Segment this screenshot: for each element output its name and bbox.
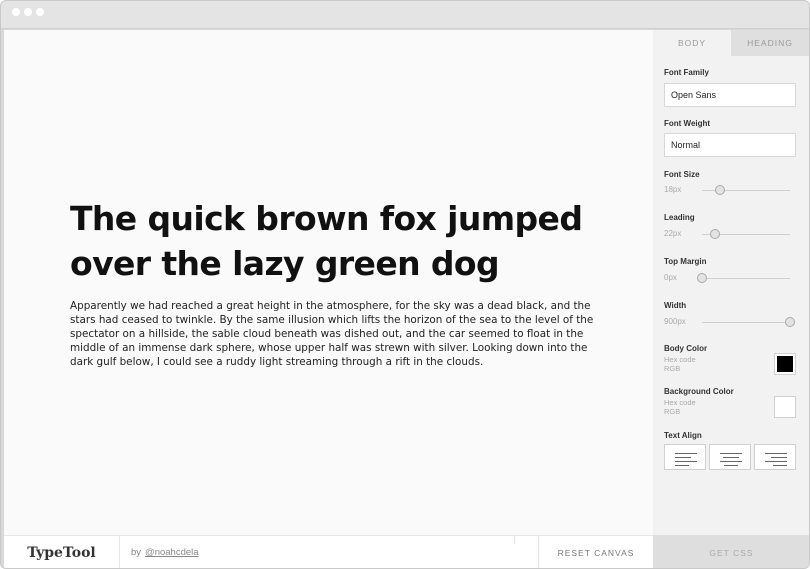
tab-bar: BODY HEADING <box>653 30 809 56</box>
width-slider[interactable]: 900px <box>664 316 795 328</box>
font-family-input[interactable]: Open Sans <box>664 83 796 107</box>
text-align-label: Text Align <box>664 431 702 440</box>
center-align-button[interactable] <box>709 444 751 470</box>
get-css-button[interactable]: GET CSS <box>653 535 809 568</box>
background-color-swatch[interactable] <box>774 396 796 418</box>
canvas-paragraph: Apparently we had reached a great height… <box>70 300 594 368</box>
top-margin-knob[interactable] <box>697 273 707 283</box>
width-knob[interactable] <box>785 317 795 327</box>
window-controls <box>12 8 44 16</box>
font-weight-select[interactable]: Normal <box>664 133 796 157</box>
footer-divider <box>514 536 515 544</box>
app-logo[interactable]: TypeTool <box>4 536 120 568</box>
width-value: 900px <box>664 317 686 326</box>
top-margin-value: 0px <box>664 273 677 282</box>
font-size-value: 18px <box>664 185 682 194</box>
reset-canvas-button[interactable]: RESET CANVAS <box>538 536 653 568</box>
maximize-window-dot[interactable] <box>36 8 44 16</box>
font-size-knob[interactable] <box>714 185 725 195</box>
left-align-button[interactable] <box>664 444 706 470</box>
footer-bar: TypeTool by @noahcdela RESET CANVAS GET … <box>4 535 809 568</box>
credit-by: by <box>131 547 142 558</box>
font-size-slider[interactable]: 18px <box>664 184 792 196</box>
close-window-dot[interactable] <box>12 8 20 16</box>
background-color-label: Background Color <box>664 387 734 396</box>
author-credit: by @noahcdela <box>131 536 199 568</box>
type-canvas: The quick brown fox jumped over the lazy… <box>4 30 653 535</box>
background-color-row: Hex code RGB <box>664 396 796 418</box>
title-bar <box>1 1 809 29</box>
font-family-label: Font Family <box>664 68 709 77</box>
body-color-label: Body Color <box>664 344 708 353</box>
font-weight-label: Font Weight <box>664 119 711 128</box>
leading-label: Leading <box>664 213 695 222</box>
top-margin-slider[interactable]: 0px <box>664 272 792 284</box>
width-track[interactable] <box>702 322 790 323</box>
settings-sidebar: BODY HEADING Font Family Open Sans Font … <box>653 30 809 535</box>
app-window: The quick brown fox jumped over the lazy… <box>0 0 810 569</box>
tab-heading[interactable]: HEADING <box>731 30 809 56</box>
top-margin-track[interactable] <box>702 278 790 279</box>
font-size-label: Font Size <box>664 170 700 179</box>
background-color-fill <box>777 399 793 415</box>
width-label: Width <box>664 301 687 310</box>
text-align-group <box>664 444 796 470</box>
leading-value: 22px <box>664 229 682 238</box>
leading-slider[interactable]: 22px <box>664 228 792 240</box>
tab-body[interactable]: BODY <box>653 30 731 56</box>
body-color-fill <box>777 356 793 372</box>
body-color-row: Hex code RGB <box>664 353 796 375</box>
minimize-window-dot[interactable] <box>24 8 32 16</box>
body-color-swatch[interactable] <box>774 353 796 375</box>
author-link[interactable]: @noahcdela <box>145 547 199 558</box>
right-align-button[interactable] <box>754 444 796 470</box>
canvas-headline: The quick brown fox jumped over the lazy… <box>70 199 583 283</box>
leading-knob[interactable] <box>710 229 721 239</box>
top-margin-label: Top Margin <box>664 257 707 266</box>
